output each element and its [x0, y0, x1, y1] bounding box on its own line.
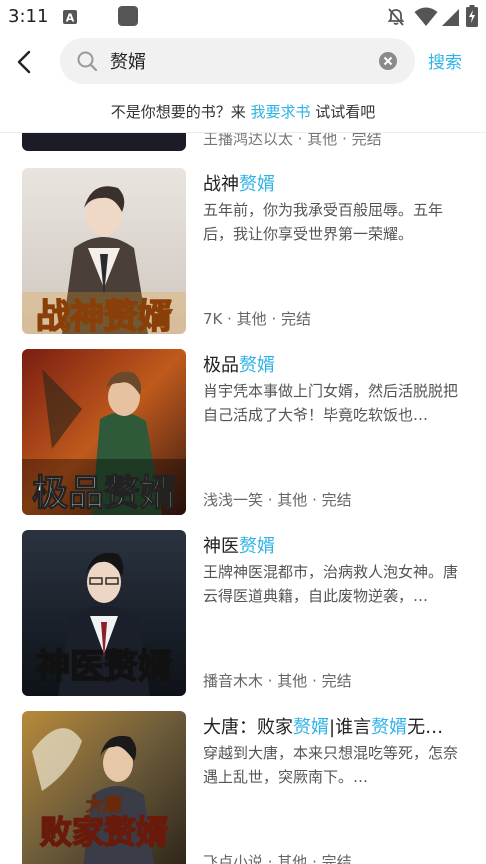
signal-icon: [440, 7, 460, 31]
request-prefix: 不是你想要的书？来: [110, 103, 246, 121]
battery-charging-icon: [466, 5, 478, 31]
book-item[interactable]: 大唐 败家赘婿 大唐：败家赘婿|谁言赘婿无… 穿越到大唐，本来只想混吃等死，怎奈…: [0, 711, 486, 864]
book-cover[interactable]: [22, 133, 186, 151]
book-item[interactable]: 极品赘婿 极品赘婿 肖宇凭本事做上门女婿，然后活脱脱把自己活成了大爷！毕竟吃软饭…: [0, 349, 486, 515]
a-notification-icon: A: [62, 9, 78, 29]
book-title[interactable]: 战神赘婿: [203, 170, 275, 196]
book-title[interactable]: 大唐：败家赘婿|谁言赘婿无…: [203, 713, 443, 739]
wifi-icon: [414, 7, 438, 31]
book-meta: 播音木木 · 其他 · 完结: [203, 672, 352, 690]
book-meta: 王播鸿达以太 · 其他 · 完结: [203, 133, 382, 148]
cover-title: 战神赘婿: [36, 297, 172, 334]
book-meta: 浅浅一笑 · 其他 · 完结: [203, 491, 352, 509]
book-cover[interactable]: 大唐 败家赘婿: [22, 711, 186, 864]
book-description: 肖宇凭本事做上门女婿，然后活脱脱把自己活成了大爷！毕竟吃软饭也…: [203, 382, 459, 424]
request-suffix: 试试看吧: [315, 103, 376, 121]
status-bar: 3:11 A: [0, 0, 486, 34]
book-cover[interactable]: 极品赘婿: [22, 349, 186, 515]
search-icon: [76, 50, 98, 76]
book-title[interactable]: 神医赘婿: [203, 532, 275, 558]
book-meta: 飞卢小说 · 其他 · 完结: [203, 853, 352, 864]
book-item[interactable]: 战神赘婿 战神赘婿 五年前，你为我承受百般屈辱。五年后，我让你享受世界第一荣耀。…: [0, 168, 486, 334]
search-input[interactable]: [110, 38, 370, 84]
book-meta: 7K · 其他 · 完结: [203, 310, 311, 328]
book-cover[interactable]: 神医赘婿: [22, 530, 186, 696]
book-description: 五年前，你为我承受百般屈辱。五年后，我让你享受世界第一荣耀。: [203, 201, 444, 243]
book-title[interactable]: 极品赘婿: [203, 351, 275, 377]
search-header: 搜索: [0, 34, 486, 90]
book-item[interactable]: 神医赘婿 神医赘婿 王牌神医混都市，治病救人泡女神。唐云得医道典籍，自此废物逆袭…: [0, 530, 486, 696]
cover-title: 败家赘婿: [40, 813, 168, 851]
book-cover[interactable]: 战神赘婿: [22, 168, 186, 334]
request-book-link[interactable]: 我要求书: [250, 103, 310, 121]
book-description: 王牌神医混都市，治病救人泡女神。唐云得医道典籍，自此废物逆袭，…: [203, 563, 459, 605]
search-box[interactable]: [60, 38, 415, 84]
search-button[interactable]: 搜索: [428, 48, 462, 73]
book-request-bar: 不是你想要的书？来 我要求书 试试看吧: [0, 92, 486, 132]
book-description: 穿越到大唐，本来只想混吃等死，怎奈遇上乱世，突厥南下。…: [203, 744, 459, 786]
cover-title: 神医赘婿: [36, 647, 172, 687]
status-time: 3:11: [8, 6, 49, 27]
back-button[interactable]: [10, 48, 38, 76]
app-notification-icon: [118, 6, 138, 30]
clear-search-icon[interactable]: [379, 52, 397, 70]
bell-off-icon: [386, 7, 406, 31]
back-arrow-icon: [17, 50, 31, 74]
search-results-list[interactable]: 王播鸿达以太 · 其他 · 完结 战神赘婿 战神赘婿 五年前，你为我承受百般屈辱…: [0, 133, 486, 864]
cover-title: 极品赘婿: [32, 473, 176, 514]
svg-text:A: A: [66, 12, 75, 25]
